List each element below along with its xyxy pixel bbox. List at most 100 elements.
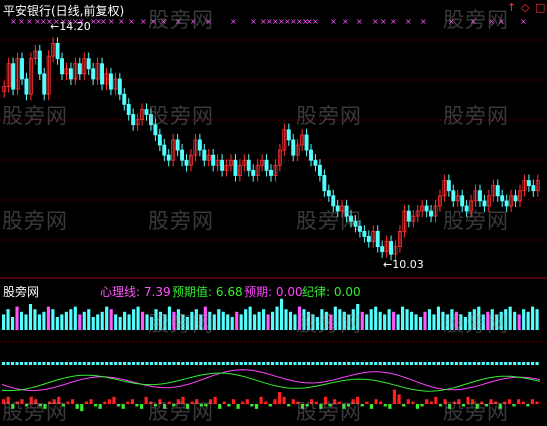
baseline-bar [239,362,243,365]
marker-icon: × [448,17,455,26]
signal-bar [139,404,144,409]
baseline-bar [87,362,91,365]
candle-body [269,169,273,176]
marker-icon: × [175,17,182,26]
baseline-bar [347,362,351,365]
baseline-bar [78,362,82,365]
signal-bar [420,404,424,407]
volume-bar [293,314,297,330]
volume-bar [356,304,360,330]
volume-bar [55,317,59,330]
volume-bar [91,317,95,330]
candle-body [220,159,225,171]
baseline-bar [203,362,207,365]
volume-bar [239,314,243,330]
baseline-bar [445,362,449,365]
candle-body [406,210,411,222]
signal-bar [254,404,259,409]
baseline-bar [158,362,163,365]
volume-bar [28,304,33,330]
signal-bar [112,396,116,404]
baseline-bar [450,362,454,365]
signal-bar [236,404,240,409]
signal-bar [480,401,484,404]
volume-bar [351,309,355,330]
baseline-bar [504,362,508,365]
volume-bar [82,311,86,330]
indicator-value: 6.68 [215,285,243,299]
marker-icon: × [150,17,157,26]
up-arrow-icon[interactable]: ↑ [507,1,516,14]
volume-bar [212,314,216,330]
signal-bar [259,396,263,404]
baseline-bar [392,362,396,365]
candle-body [108,73,113,90]
signal-bar [61,404,65,407]
volume-bar [217,309,221,330]
volume-bar [347,314,351,330]
signal-bar [167,401,171,404]
baseline-bar [441,362,445,365]
baseline-bar [329,362,333,365]
baseline-bar [136,362,140,365]
candle-body [349,215,353,222]
baseline-bar [176,362,180,365]
signal-bar [172,404,176,407]
square-icon[interactable]: □ [535,1,545,14]
baseline-bar [513,362,517,365]
volume-bar [392,311,396,330]
signal-bar [135,404,139,407]
baseline-bar [517,362,521,365]
baseline-bar [82,362,86,365]
signal-bar [268,404,272,407]
candle-body [144,109,149,115]
baseline-bar [235,362,239,365]
volume-bar [33,309,37,330]
signal-bar [227,404,231,407]
baseline-bar [342,362,346,365]
volume-bar [96,314,100,330]
indicator-panel-title: 股旁网 [3,285,40,299]
candle-body [326,190,331,197]
marker-icon: × [205,17,212,26]
signal-bar [43,404,47,409]
candle-body [478,190,482,202]
volume-bar [190,311,194,330]
volume-bar [87,309,91,330]
indicator-value: 7.39 [143,285,171,299]
volume-bar [167,306,172,330]
signal-bar [103,401,107,404]
baseline-bar [324,362,328,365]
signal-bar [434,396,438,404]
candle-body [500,195,505,202]
diamond-icon[interactable]: ◇ [521,1,529,14]
baseline-bar [297,362,302,365]
signal-bar [305,404,309,407]
volume-bar [495,314,499,330]
low-annotation: ←10.03 [383,258,424,271]
candle-body [55,43,60,60]
baseline-bar [535,362,539,365]
baseline-bar [194,362,198,365]
candle-body [335,205,340,212]
baseline-bar [69,362,73,365]
volume-bar [405,309,409,330]
volume-bar [194,309,198,330]
baseline-bar [383,362,387,365]
baseline-bar [288,362,293,365]
signal-bar [319,404,323,409]
baseline-bar [436,362,441,365]
volume-bar [311,314,315,330]
signal-bar [323,396,328,404]
signal-bar [521,401,525,404]
baseline-bar [244,362,248,365]
volume-bar [15,306,19,330]
signal-bar [475,404,479,409]
baseline-bar [279,362,284,365]
candle-body [11,63,16,90]
signal-bar [66,401,70,404]
baseline-bar [405,362,409,365]
baseline-bar [306,362,311,365]
candle-body [380,246,385,253]
signal-bar [457,399,461,404]
